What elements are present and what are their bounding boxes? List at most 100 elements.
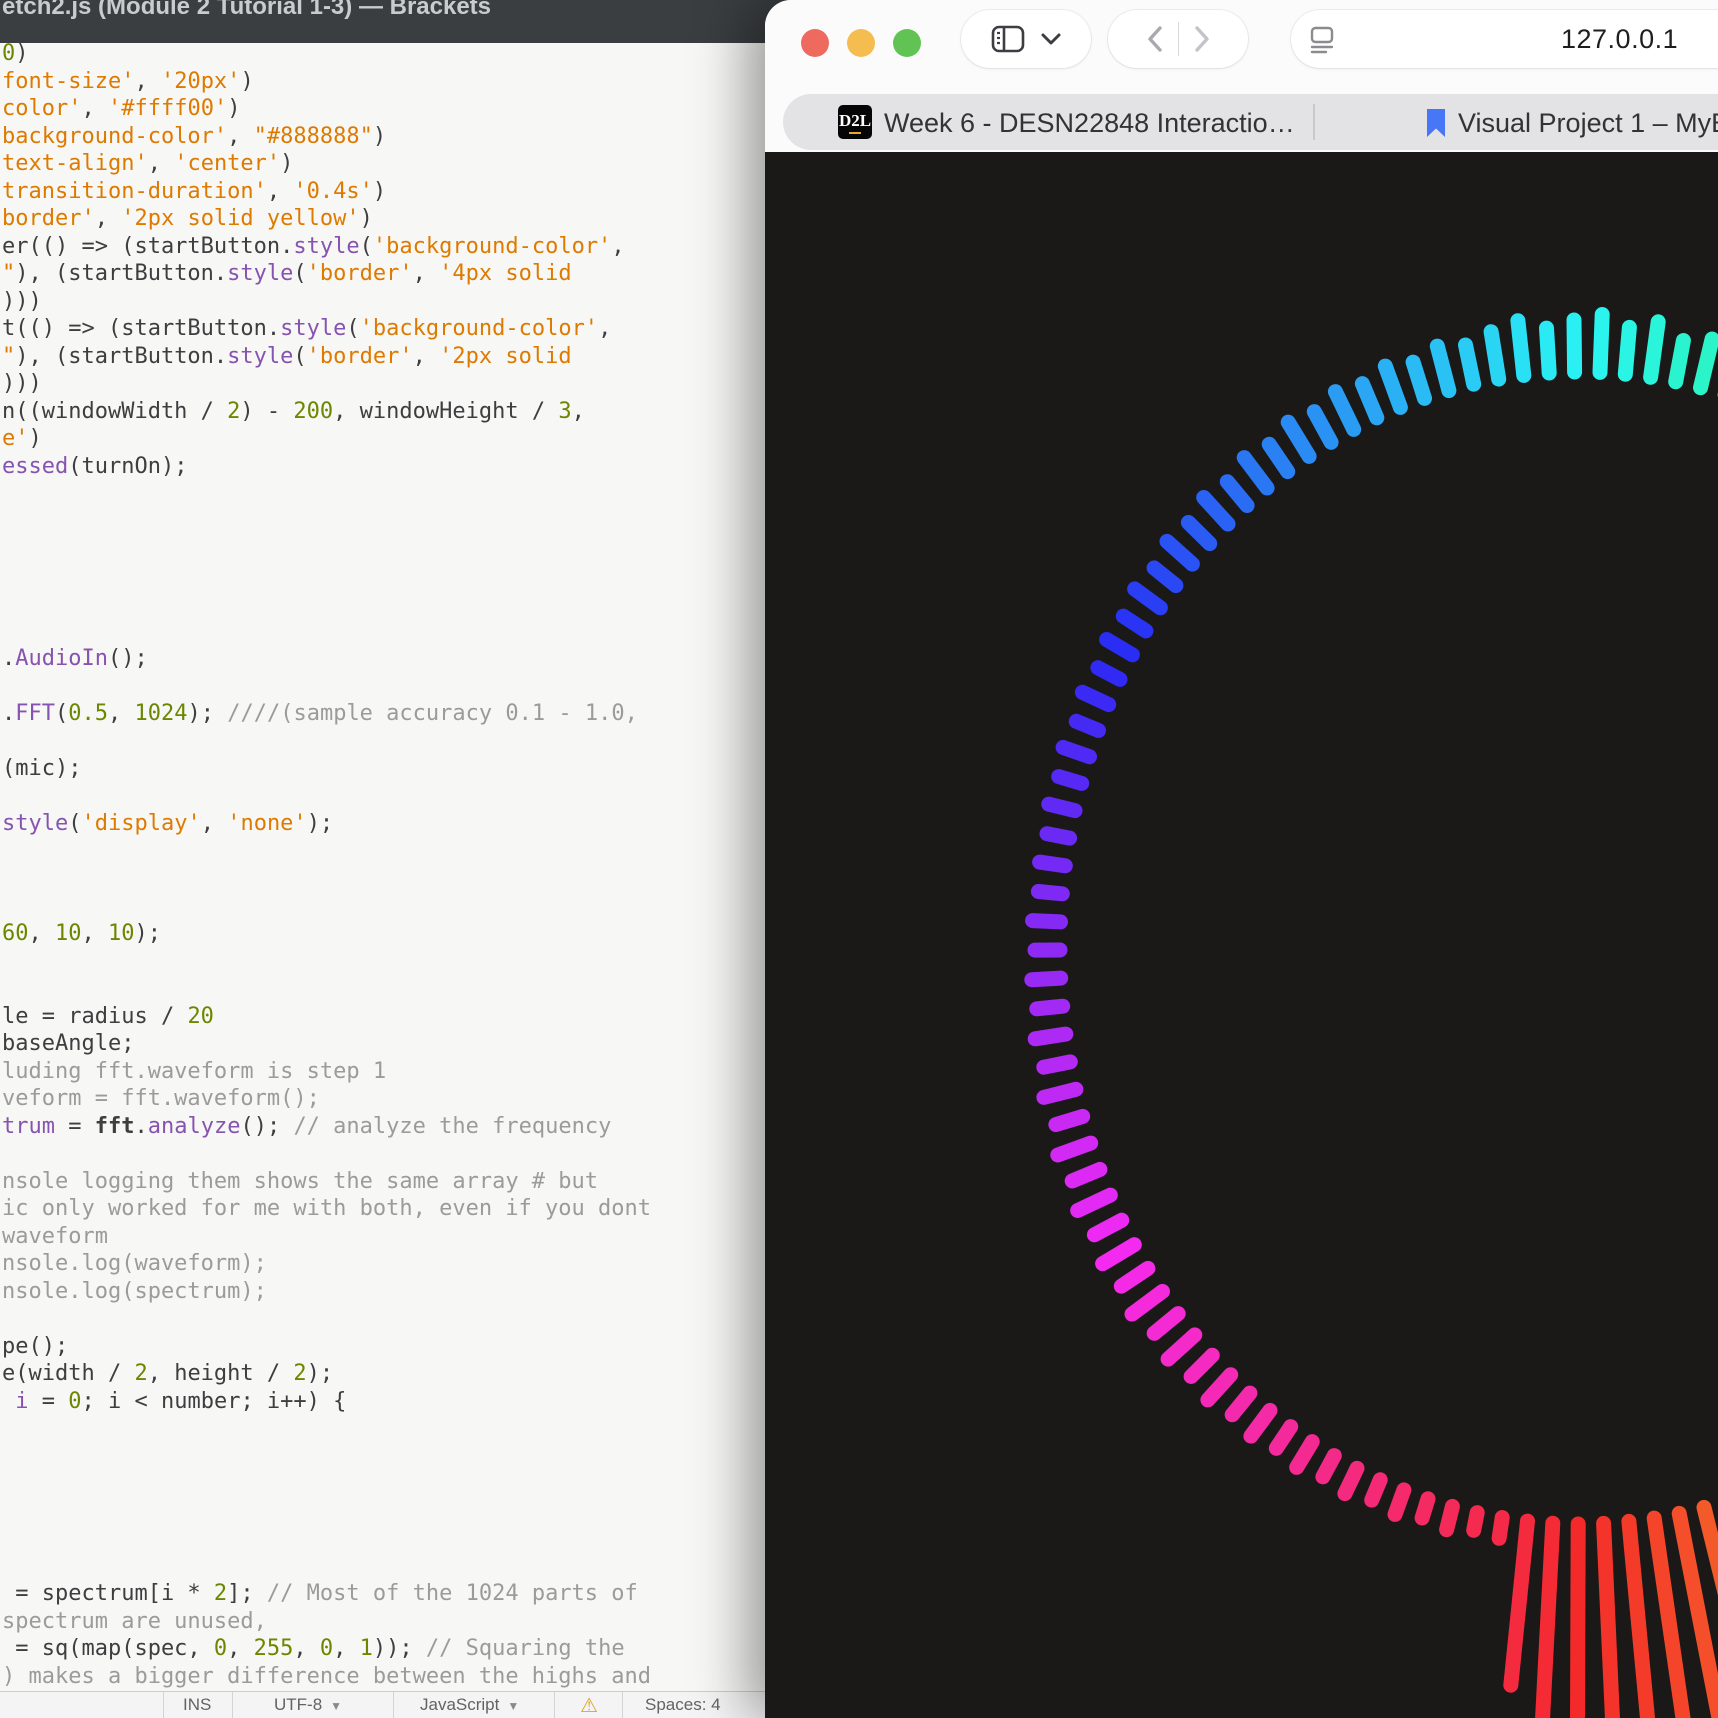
spectrum-dash — [1041, 796, 1083, 819]
code-line[interactable]: ))) — [0, 370, 765, 398]
code-line[interactable]: i = 0; i < number; i++) { — [0, 1388, 765, 1416]
code-line[interactable]: background-color', "#888888") — [0, 123, 765, 151]
back-button[interactable] — [1146, 25, 1164, 53]
tab-label: Visual Project 1 – MyB — [1458, 108, 1718, 138]
address-bar[interactable]: 127.0.0.1 — [1291, 10, 1718, 68]
code-line[interactable] — [0, 1415, 765, 1443]
spectrum-dash — [1483, 324, 1507, 387]
code-line[interactable] — [0, 1140, 765, 1168]
audio-spectrum-ring — [1024, 307, 1718, 1718]
code-line[interactable]: ))) — [0, 288, 765, 316]
code-line[interactable] — [0, 508, 765, 536]
code-line[interactable]: ic only worked for me with both, even if… — [0, 1195, 765, 1223]
code-line[interactable] — [0, 1498, 765, 1526]
tab-group-menu-button[interactable] — [1040, 32, 1062, 46]
spectrum-dash — [1030, 884, 1070, 902]
code-line[interactable]: ) makes a bigger difference between the … — [0, 1663, 765, 1691]
code-line[interactable]: nsole.log(spectrum); — [0, 1278, 765, 1306]
indentation-setting[interactable]: Spaces: 4 — [645, 1695, 721, 1715]
encoding-selector[interactable]: UTF-8 ▼ — [274, 1695, 342, 1715]
code-line[interactable] — [0, 618, 765, 646]
code-line[interactable]: "), (startButton.style('border', '4px so… — [0, 260, 765, 288]
code-line[interactable]: .FFT(0.5, 1024); ////(sample accuracy 0.… — [0, 700, 765, 728]
code-line[interactable]: = spectrum[i * 2]; // Most of the 1024 p… — [0, 1580, 765, 1608]
forward-button[interactable] — [1193, 25, 1211, 53]
code-line[interactable]: veform = fft.waveform(); — [0, 1085, 765, 1113]
editor-title: etch2.js (Module 2 Tutorial 1-3) — Brack… — [2, 0, 492, 20]
code-line[interactable]: spectrum are unused, — [0, 1608, 765, 1636]
code-line[interactable]: .AudioIn(); — [0, 645, 765, 673]
code-line[interactable]: baseAngle; — [0, 1030, 765, 1058]
code-line[interactable]: color', '#ffff00') — [0, 95, 765, 123]
spectrum-dash — [1354, 376, 1385, 426]
spectrum-dash — [1196, 490, 1236, 532]
spectrum-dash — [1200, 1367, 1239, 1408]
spectrum-dash — [1180, 515, 1218, 552]
code-line[interactable]: 60, 10, 10); — [0, 920, 765, 948]
spectrum-dash — [1050, 1135, 1099, 1163]
code-line[interactable]: = sq(map(spec, 0, 255, 0, 1)); // Squari… — [0, 1635, 765, 1663]
lint-warning-icon[interactable]: ⚠ — [580, 1693, 598, 1718]
code-line[interactable] — [0, 728, 765, 756]
code-line[interactable]: transition-duration', '0.4s') — [0, 178, 765, 206]
code-line[interactable]: luding fft.waveform is step 1 — [0, 1058, 765, 1086]
chevron-down-icon — [1041, 33, 1061, 45]
code-line[interactable]: le = radius / 20 — [0, 1003, 765, 1031]
code-line[interactable] — [0, 1305, 765, 1333]
spectrum-dash — [1289, 1434, 1320, 1475]
code-line[interactable] — [0, 783, 765, 811]
code-line[interactable]: 0) — [0, 40, 765, 68]
code-line[interactable] — [0, 590, 765, 618]
code-line[interactable]: n((windowWidth / 2) - 200, windowHeight … — [0, 398, 765, 426]
spectrum-dash — [1510, 313, 1532, 383]
language-selector[interactable]: JavaScript ▼ — [420, 1695, 519, 1715]
code-line[interactable]: e(width / 2, height / 2); — [0, 1360, 765, 1388]
code-line[interactable]: (mic); — [0, 755, 765, 783]
code-line[interactable]: er(() => (startButton.style('background-… — [0, 233, 765, 261]
code-line[interactable] — [0, 1525, 765, 1553]
spectrum-dash — [1095, 1237, 1142, 1272]
spectrum-dash — [1064, 1161, 1108, 1189]
code-line[interactable] — [0, 1470, 765, 1498]
code-line[interactable]: pe(); — [0, 1333, 765, 1361]
page-format-button[interactable] — [1309, 24, 1335, 54]
code-line[interactable] — [0, 893, 765, 921]
code-line[interactable] — [0, 563, 765, 591]
code-line[interactable]: font-size', '20px') — [0, 68, 765, 96]
spectrum-dash — [1036, 1081, 1084, 1105]
code-line[interactable] — [0, 1553, 765, 1581]
code-line[interactable] — [0, 1443, 765, 1471]
code-line[interactable]: essed(turnOn); — [0, 453, 765, 481]
spectrum-dash — [1327, 384, 1362, 437]
nav-divider — [1177, 22, 1179, 56]
code-line[interactable] — [0, 838, 765, 866]
zoom-window-button[interactable] — [893, 29, 921, 57]
code-line[interactable]: nsole logging them shows the same array … — [0, 1168, 765, 1196]
code-line[interactable] — [0, 535, 765, 563]
spectrum-dash — [1113, 1260, 1156, 1294]
p5-sketch-canvas — [765, 152, 1718, 1718]
code-line[interactable] — [0, 948, 765, 976]
code-line[interactable] — [0, 975, 765, 1003]
sidebar-toggle-button[interactable] — [990, 24, 1026, 54]
close-window-button[interactable] — [801, 29, 829, 57]
code-line[interactable] — [0, 865, 765, 893]
editor-statusbar: INS UTF-8 ▼ JavaScript ▼ ⚠ Spaces: 4 — [0, 1691, 765, 1718]
code-line[interactable]: e') — [0, 425, 765, 453]
minimize-window-button[interactable] — [847, 29, 875, 57]
code-line[interactable]: "), (startButton.style('border', '2px so… — [0, 343, 765, 371]
code-line[interactable]: text-align', 'center') — [0, 150, 765, 178]
code-editor[interactable]: 0) font-size', '20px') color', '#ffff00') b… — [0, 40, 765, 1692]
code-line[interactable] — [0, 480, 765, 508]
spectrum-dash — [1405, 354, 1432, 406]
spectrum-dash — [1596, 1515, 1620, 1718]
insert-mode-indicator[interactable]: INS — [183, 1695, 211, 1715]
code-line[interactable]: border', '2px solid yellow') — [0, 205, 765, 233]
code-line[interactable]: t(() => (startButton.style('background-c… — [0, 315, 765, 343]
code-line[interactable]: waveform — [0, 1223, 765, 1251]
code-line[interactable]: trum = fft.analyze(); // analyze the fre… — [0, 1113, 765, 1141]
code-line[interactable]: nsole.log(waveform); — [0, 1250, 765, 1278]
code-line[interactable] — [0, 673, 765, 701]
code-line[interactable]: style('display', 'none'); — [0, 810, 765, 838]
bookmark-icon — [1427, 109, 1445, 137]
